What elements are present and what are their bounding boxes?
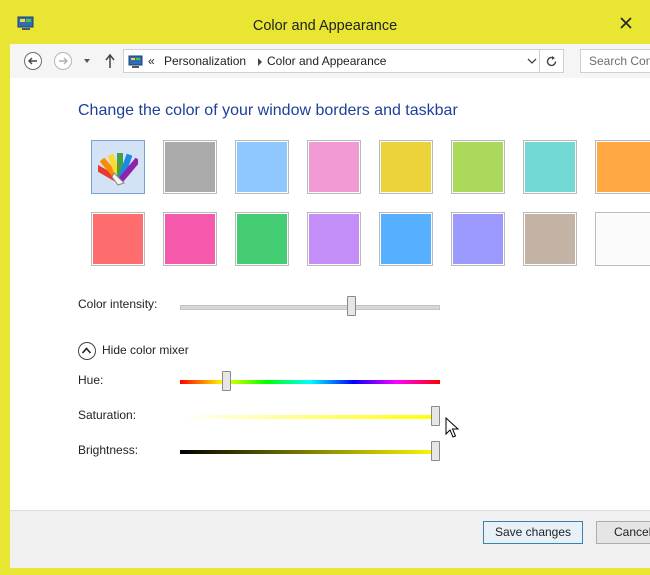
color-fan-icon (98, 153, 138, 186)
cancel-button[interactable]: Cancel (596, 521, 650, 544)
chevron-up-icon (81, 347, 92, 354)
up-arrow-icon[interactable] (103, 53, 117, 69)
title-bar[interactable]: Color and Appearance (0, 0, 650, 40)
swatch-green[interactable] (235, 212, 289, 266)
swatch-automatic[interactable] (91, 140, 145, 194)
breadcrumb-separator-icon[interactable] (257, 58, 263, 66)
saturation-track[interactable] (180, 415, 440, 419)
hue-slider[interactable] (221, 371, 231, 391)
hue-label: Hue: (78, 373, 104, 387)
swatch-white[interactable] (595, 212, 650, 266)
swatch-teal[interactable] (523, 140, 577, 194)
swatch-blue[interactable] (379, 212, 433, 266)
brightness-slider[interactable] (431, 441, 440, 461)
hide-color-mixer-button[interactable] (78, 342, 96, 360)
address-dropdown-icon[interactable] (527, 56, 537, 66)
swatch-red[interactable] (91, 212, 145, 266)
refresh-icon (546, 56, 557, 67)
app-window: Color and Appearance « Personalization C… (0, 0, 650, 575)
control-panel-icon (128, 55, 143, 68)
color-intensity-track[interactable] (180, 305, 440, 310)
swatch-pink[interactable] (307, 140, 361, 194)
forward-arrow-icon (59, 57, 68, 65)
forward-button[interactable] (54, 52, 72, 70)
mouse-pointer-icon (445, 417, 459, 438)
navigation-bar: « Personalization Color and Appearance S… (10, 44, 650, 78)
refresh-button[interactable] (540, 49, 564, 73)
saturation-label: Saturation: (78, 408, 137, 422)
saturation-slider[interactable] (431, 406, 440, 426)
breadcrumb-personalization[interactable]: Personalization (164, 54, 246, 68)
swatch-lime[interactable] (451, 140, 505, 194)
window-title: Color and Appearance (252, 18, 398, 34)
swatch-orange[interactable] (595, 140, 650, 194)
recent-locations-chevron-icon[interactable] (83, 57, 91, 65)
back-button[interactable] (24, 52, 42, 70)
main-content: Change the color of your window borders … (10, 78, 650, 510)
address-bar[interactable]: « Personalization Color and Appearance (123, 49, 540, 73)
swatch-tan[interactable] (523, 212, 577, 266)
color-intensity-slider[interactable] (346, 296, 356, 316)
brightness-track[interactable] (180, 450, 440, 454)
search-input[interactable]: Search Con (580, 49, 650, 73)
swatch-periwinkle[interactable] (451, 212, 505, 266)
back-arrow-icon (28, 57, 37, 65)
page-heading: Change the color of your window borders … (78, 102, 458, 119)
save-changes-button[interactable]: Save changes (483, 521, 583, 544)
close-icon[interactable] (619, 16, 633, 30)
swatch-gray[interactable] (163, 140, 217, 194)
swatch-light-blue[interactable] (235, 140, 289, 194)
hue-track[interactable] (180, 380, 440, 384)
swatch-yellow[interactable] (379, 140, 433, 194)
color-intensity-label: Color intensity: (78, 297, 158, 311)
brightness-label: Brightness: (78, 443, 139, 457)
swatch-magenta[interactable] (163, 212, 217, 266)
breadcrumb-color-and-appearance[interactable]: Color and Appearance (267, 54, 386, 68)
breadcrumb-overflow[interactable]: « (148, 54, 155, 68)
hide-color-mixer-label[interactable]: Hide color mixer (102, 343, 189, 357)
dialog-footer: Save changes Cancel (10, 510, 650, 568)
swatch-violet[interactable] (307, 212, 361, 266)
